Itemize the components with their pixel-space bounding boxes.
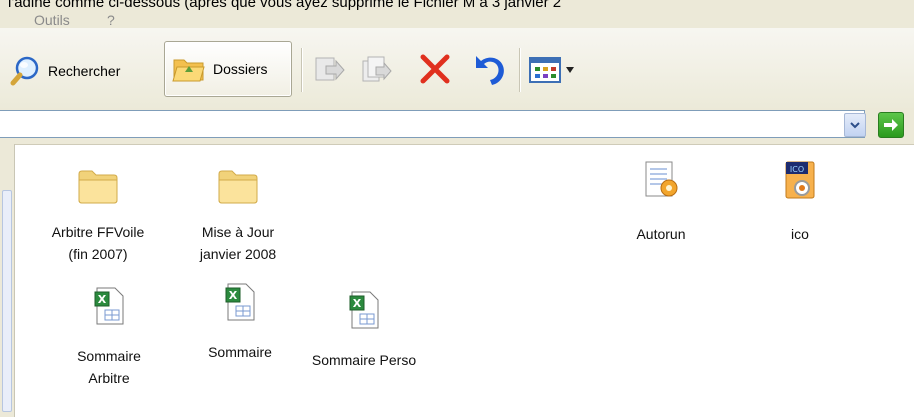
folder-icon [218,170,258,204]
file-label: ico [791,226,809,242]
svg-text:X: X [229,289,238,302]
toolbar-separator-2 [519,48,520,92]
file-item-mise-a-jour[interactable]: Mise à Jour janvier 2008 [178,166,298,265]
file-label-line2: Arbitre [88,370,130,386]
folder-icon [78,170,118,204]
file-item-autorun[interactable]: Autorun [601,158,721,245]
address-dropdown-button[interactable] [844,113,866,137]
file-item-ico[interactable]: ICO ico [740,158,860,245]
file-label: Arbitre FFVoile [51,224,145,240]
views-button[interactable] [528,53,588,87]
undo-icon [476,56,504,85]
address-input[interactable] [0,110,865,138]
copy-to-button[interactable] [360,52,394,86]
left-pane-scroll[interactable] [2,190,12,412]
delete-icon [420,54,450,84]
chevron-down-icon [850,121,860,128]
folders-button[interactable]: Dossiers [164,41,292,97]
search-icon [10,56,39,86]
move-to-icon [315,57,345,81]
search-button-label: Rechercher [48,63,121,79]
chevron-down-icon [566,67,574,73]
file-label: Sommaire [208,344,272,360]
folders-button-label: Dossiers [213,61,268,77]
file-item-arbitre-ffvoile[interactable]: Arbitre FFVoile (fin 2007) [38,166,158,265]
menu-item-outils[interactable]: Outils [34,12,70,28]
search-button[interactable]: Rechercher [10,43,120,99]
copy-to-icon [362,56,392,82]
file-label: Autorun [636,226,686,242]
excel-file-icon: X [225,283,255,321]
file-label-line2: (fin 2007) [68,246,128,262]
file-label-line2: janvier 2008 [199,246,277,262]
svg-text:X: X [353,297,362,310]
file-label: Sommaire [77,348,141,364]
go-arrow-icon [884,119,898,131]
undo-button[interactable] [470,50,508,86]
settings-file-icon [645,161,678,197]
excel-file-icon: X [94,287,124,325]
views-icon [529,57,561,83]
delete-button[interactable] [418,52,452,86]
move-to-button[interactable] [312,52,346,86]
folders-icon [172,59,205,82]
file-label: Sommaire Perso [311,352,417,368]
file-label: Mise à Jour [201,224,275,240]
file-item-sommaire-perso[interactable]: X Sommaire Perso [304,288,424,371]
svg-text:ICO: ICO [790,165,804,174]
address-bar [0,108,914,145]
go-button[interactable] [878,112,904,138]
icon-file-icon: ICO [785,161,815,199]
excel-file-icon: X [349,291,379,329]
toolbar-separator [301,48,302,92]
file-item-sommaire-arbitre[interactable]: X Sommaire Arbitre [49,284,169,389]
svg-text:X: X [98,293,107,306]
top-caption-text: l'adine comme ci-dessous (après que vous… [8,0,562,11]
file-item-sommaire[interactable]: X Sommaire [180,280,300,363]
toolbar [0,28,914,109]
menu-item-help[interactable]: ? [107,12,115,28]
